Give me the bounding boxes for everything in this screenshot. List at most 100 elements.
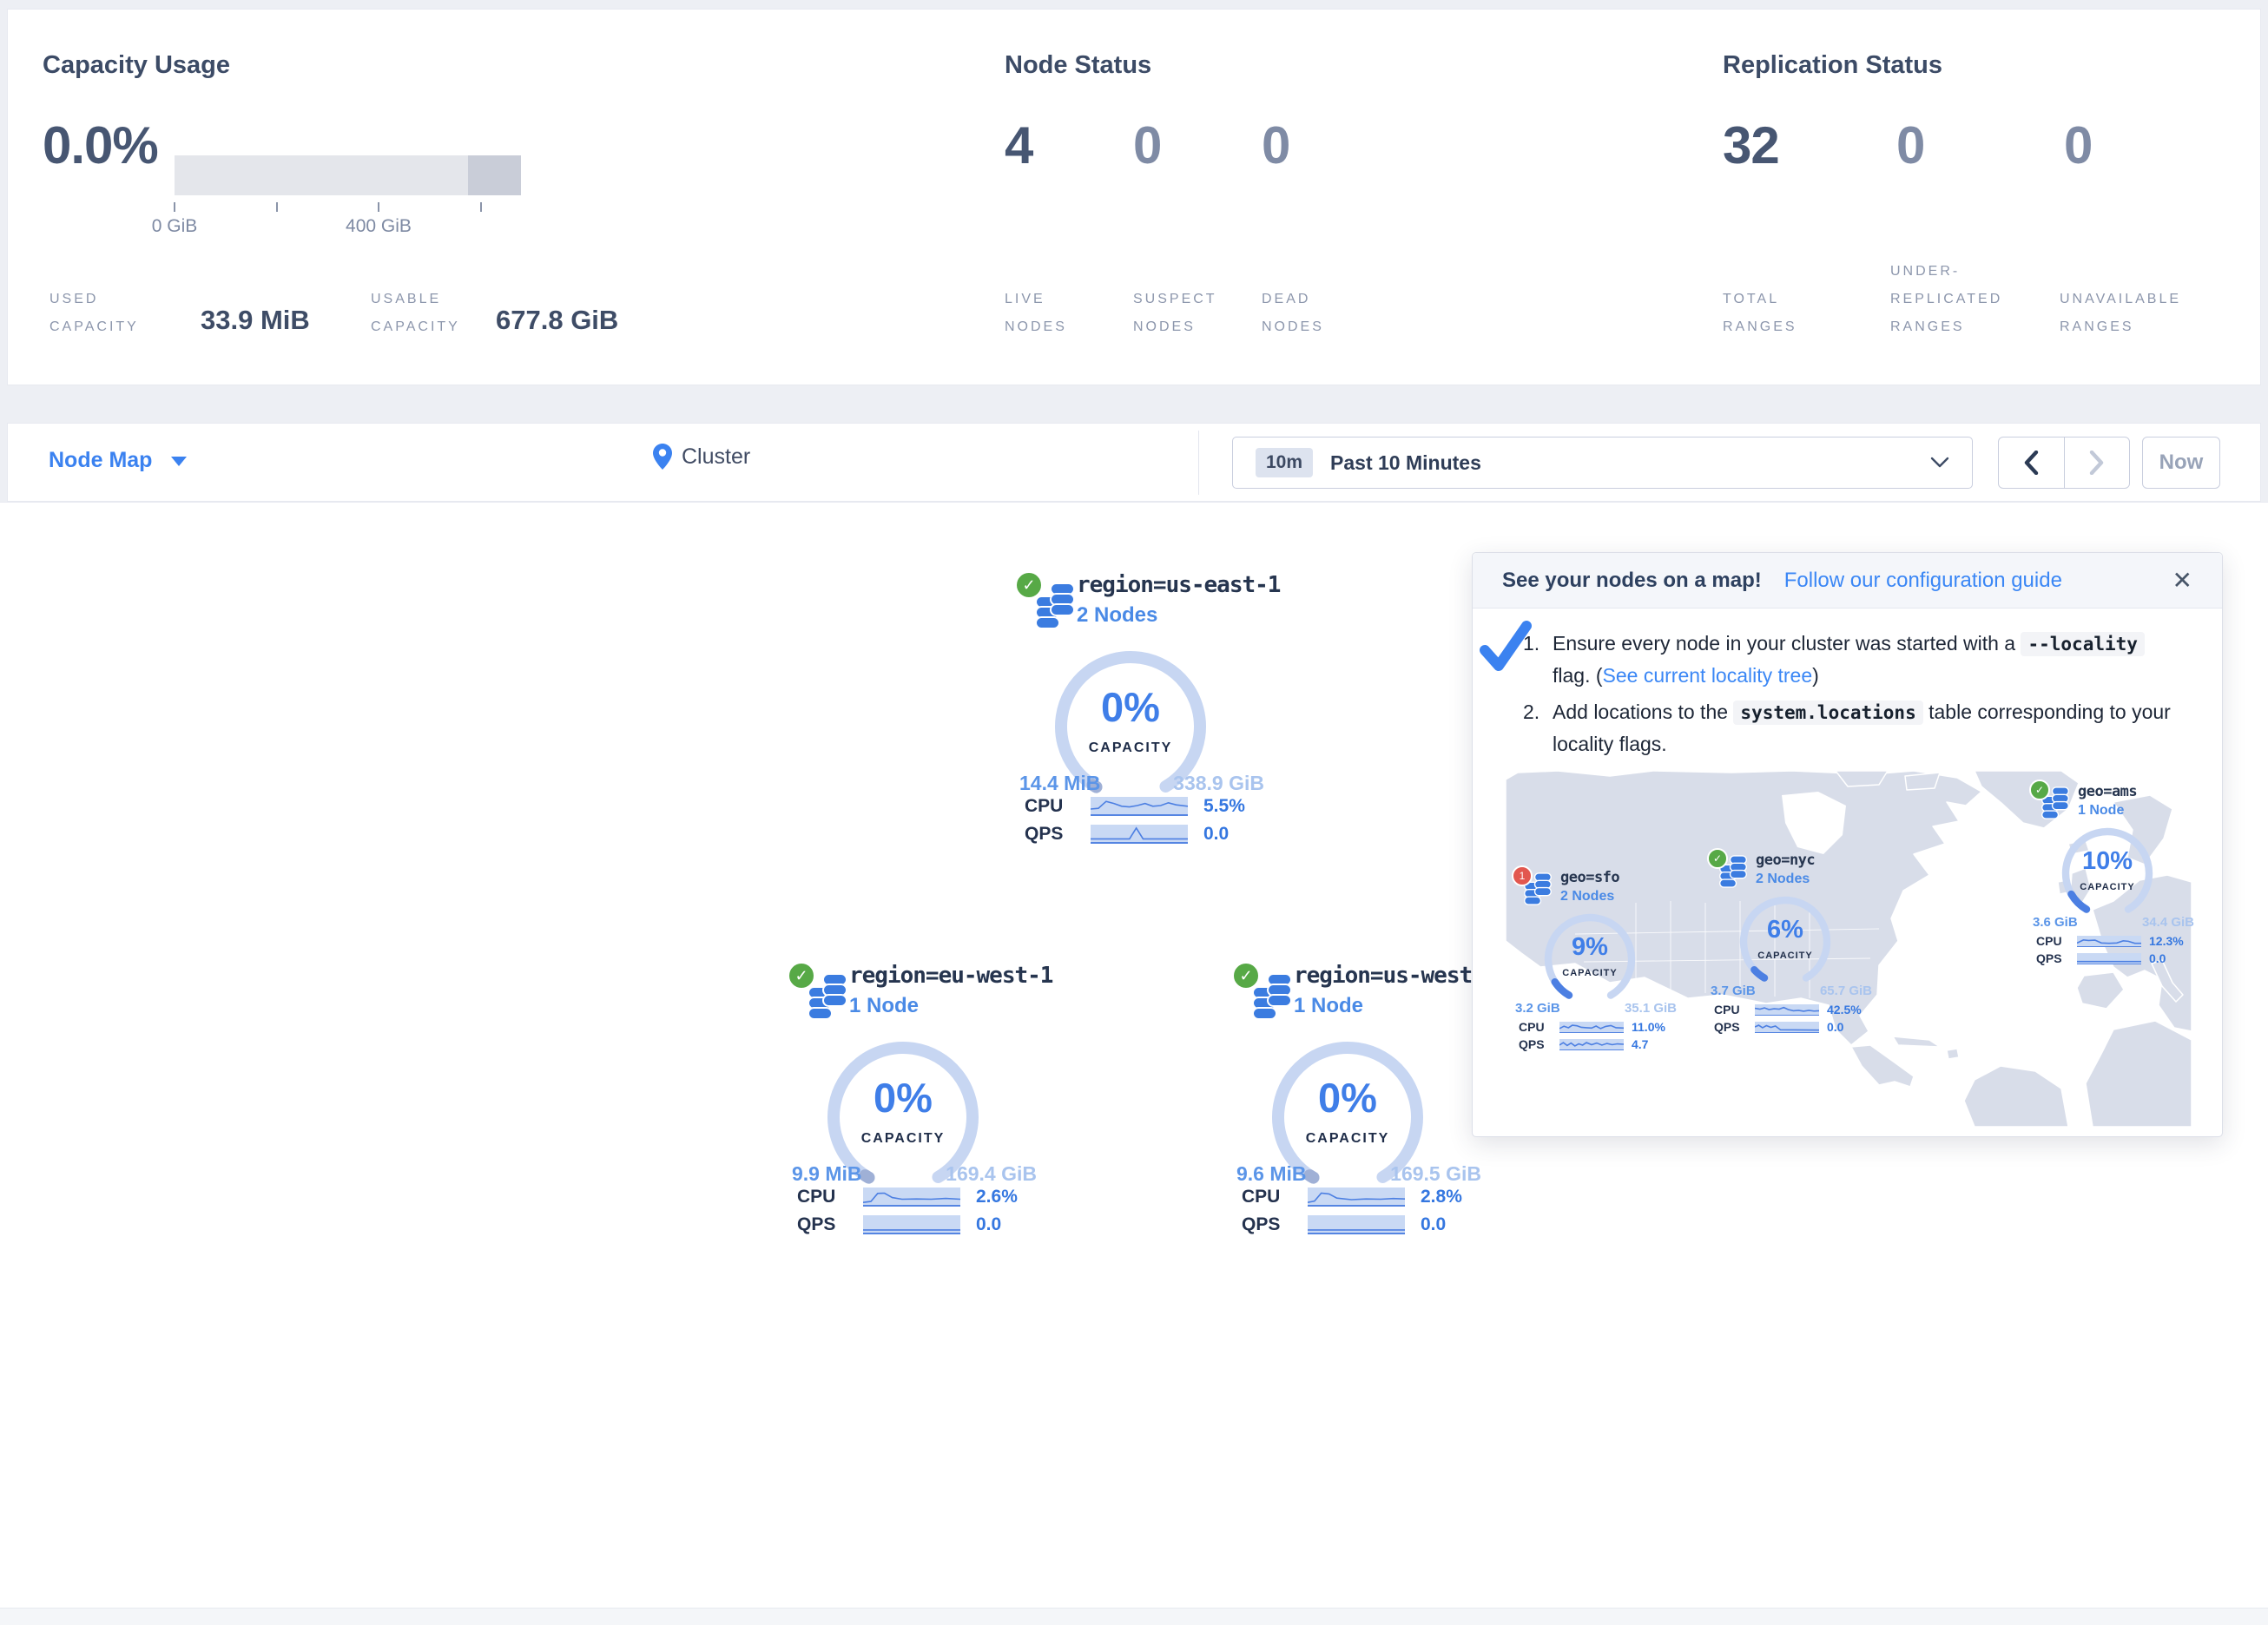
cpu-value: 12.3%: [2149, 934, 2184, 948]
healthy-status-icon: ✓: [1707, 848, 1728, 869]
axis-tick: [276, 202, 278, 212]
cpu-sparkline: [1755, 1004, 1819, 1016]
error-status-icon: 1: [1512, 865, 1533, 886]
step-forward-button[interactable]: [2064, 438, 2130, 488]
capacity-values: 9.9 MiB 169.4 GiB: [792, 1162, 1037, 1186]
capacity-gauge: 9% CAPACITY: [1538, 907, 1642, 1011]
toolbar: Node Map Cluster 10m Past 10 Minutes: [7, 423, 2261, 502]
locality-tree-link[interactable]: See current locality tree: [1603, 664, 1813, 687]
capacity-percent: 0%: [1044, 683, 1217, 731]
under-replicated-ranges-count: 0: [1896, 115, 1924, 175]
capacity-usage-bar-dark-segment: [468, 155, 521, 195]
healthy-status-icon: ✓: [1014, 570, 1044, 600]
capacity-caption: CAPACITY: [1538, 968, 1642, 978]
used-value: 9.9 MiB: [792, 1162, 862, 1186]
capacity-values: 3.6 GiB 34.4 GiB: [2033, 915, 2194, 930]
used-capacity-label: USED CAPACITY: [49, 286, 139, 341]
cpu-value: 11.0%: [1632, 1020, 1665, 1034]
qps-sparkline: [863, 1215, 960, 1234]
cpu-sparkline: [1308, 1188, 1405, 1207]
capacity-gauge: 6% CAPACITY: [1733, 890, 1837, 994]
locality-node-count: 2 Nodes: [1756, 872, 1810, 887]
time-range-dropdown[interactable]: 10m Past 10 Minutes: [1232, 437, 1973, 489]
qps-value: 4.7: [1632, 1037, 1648, 1051]
usable-capacity-value: 677.8 GiB: [496, 305, 618, 336]
used-value: 14.4 MiB: [1019, 772, 1100, 795]
dead-nodes-label: DEAD NODES: [1262, 286, 1324, 341]
breadcrumb[interactable]: Cluster: [652, 443, 750, 470]
popup-step-2: 2. Add locations to the system.locations…: [1521, 696, 2181, 761]
map-node-geo-ams[interactable]: ✓ geo=ams 1 Node 10%: [2029, 780, 2203, 964]
qps-metric-row: QPS 4.7: [1519, 1037, 1648, 1051]
qps-sparkline: [1755, 1022, 1819, 1033]
capacity-caption: CAPACITY: [1733, 951, 1837, 961]
qps-value: 0.0: [1421, 1214, 1446, 1235]
region-node-us-west-1[interactable]: ✓ region=us-west-1 1 Node 0% CAPACITY 9.…: [1224, 956, 1493, 1247]
time-range-badge: 10m: [1256, 448, 1313, 477]
cpu-sparkline: [863, 1188, 960, 1207]
replication-status-title: Replication Status: [1723, 51, 1942, 80]
total-value: 65.7 GiB: [1820, 984, 1872, 998]
qps-metric-row: QPS 0.0: [1242, 1214, 1446, 1235]
total-value: 338.9 GiB: [1173, 772, 1264, 795]
time-range-label: Past 10 Minutes: [1330, 451, 1481, 475]
healthy-status-icon: ✓: [1231, 961, 1261, 990]
total-value: 169.5 GiB: [1390, 1162, 1481, 1186]
qps-value: 0.0: [2149, 951, 2166, 965]
total-ranges-label: TOTAL RANGES: [1723, 286, 1797, 341]
usable-capacity-label: USABLE CAPACITY: [371, 286, 460, 341]
capacity-usage-pct: 0.0%: [43, 115, 158, 175]
dead-nodes-count: 0: [1262, 115, 1289, 175]
axis-tick: [174, 202, 175, 212]
locality-node-count: 2 Nodes: [1560, 889, 1614, 905]
qps-sparkline: [2077, 953, 2141, 964]
chevron-down-icon: [171, 457, 187, 466]
capacity-percent: 0%: [816, 1074, 990, 1122]
region-node-eu-west-1[interactable]: ✓ region=eu-west-1 1 Node 0% CAPACITY 9.…: [780, 956, 1049, 1247]
capacity-percent: 6%: [1733, 916, 1837, 944]
close-icon[interactable]: ✕: [2172, 569, 2192, 593]
view-selector-dropdown[interactable]: Node Map: [49, 448, 187, 473]
cpu-metric-row: CPU 2.6%: [797, 1187, 1018, 1207]
step-back-button[interactable]: [1999, 438, 2064, 488]
blue-check-icon: [1480, 619, 1533, 673]
breadcrumb-label: Cluster: [682, 444, 750, 470]
region-node-count: 2 Nodes: [1077, 603, 1157, 628]
qps-value: 0.0: [1827, 1020, 1843, 1034]
used-value: 3.7 GiB: [1711, 984, 1756, 998]
cpu-label: CPU: [1519, 1020, 1552, 1034]
cpu-label: CPU: [797, 1187, 847, 1207]
chevron-down-icon: [1930, 457, 1949, 469]
total-ranges-count: 32: [1723, 115, 1779, 175]
popup-title: See your nodes on a map!: [1502, 569, 1762, 593]
total-value: 169.4 GiB: [946, 1162, 1037, 1186]
map-pin-icon: [652, 443, 673, 470]
capacity-values: 3.2 GiB 35.1 GiB: [1515, 1001, 1677, 1016]
now-button[interactable]: Now: [2142, 437, 2220, 489]
locality-node-count: 1 Node: [2078, 803, 2124, 819]
qps-sparkline: [1559, 1039, 1624, 1050]
chevron-right-icon: [2089, 451, 2105, 475]
axis-tick-label: 0 GiB: [152, 216, 198, 237]
chevron-left-icon: [2023, 451, 2039, 475]
configuration-guide-link[interactable]: Follow our configuration guide: [1784, 569, 2062, 593]
cpu-value: 2.8%: [1421, 1187, 1462, 1207]
region-node-us-east-1[interactable]: ✓ region=us-east-1 2 Nodes 0% CAPACITY 1…: [1007, 565, 1276, 856]
capacity-usage-bar: [175, 155, 521, 195]
cpu-metric-row: CPU 12.3%: [2036, 934, 2184, 948]
qps-label: QPS: [1025, 824, 1075, 845]
summary-stats-panel: Capacity Usage 0.0% 0 GiB 400 GiB USED C…: [7, 9, 2261, 385]
capacity-gauge: 10% CAPACITY: [2055, 821, 2159, 925]
capacity-values: 14.4 MiB 338.9 GiB: [1019, 772, 1264, 795]
qps-metric-row: QPS 0.0: [2036, 951, 2166, 965]
node-status-title: Node Status: [1005, 51, 1151, 80]
cpu-value: 2.6%: [976, 1187, 1018, 1207]
region-node-count: 1 Node: [849, 994, 919, 1018]
axis-tick-label: 400 GiB: [346, 216, 412, 237]
qps-label: QPS: [1714, 1020, 1747, 1034]
node-map-page: Capacity Usage 0.0% 0 GiB 400 GiB USED C…: [0, 0, 2268, 1625]
healthy-status-icon: ✓: [787, 961, 816, 990]
map-node-geo-sfo[interactable]: 1 geo=sfo 2 Nodes 9%: [1512, 865, 1685, 1049]
map-node-geo-nyc[interactable]: ✓ geo=nyc 2 Nodes 6%: [1707, 848, 1881, 1032]
qps-metric-row: QPS 0.0: [797, 1214, 1001, 1235]
